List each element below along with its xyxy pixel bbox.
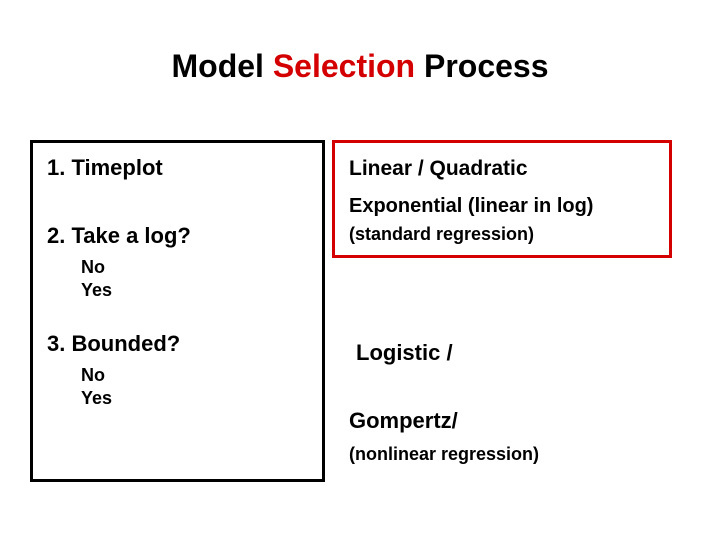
step-2: 2. Take a log? (47, 223, 308, 249)
step-3: 3. Bounded? (47, 331, 308, 357)
title-part1: Model (171, 48, 272, 84)
logistic-label: Logistic / (356, 340, 453, 366)
step-3-no: No (81, 365, 308, 386)
step-3-options: No Yes (47, 365, 308, 409)
standard-regression-label: (standard regression) (349, 224, 655, 245)
step-2-no: No (81, 257, 308, 278)
steps-box: 1. Timeplot 2. Take a log? No Yes 3. Bou… (30, 140, 325, 482)
title-part3: Process (415, 48, 548, 84)
step-3-yes: Yes (81, 388, 308, 409)
gompertz-label: Gompertz/ (349, 408, 458, 434)
nonlinear-regression-label: (nonlinear regression) (349, 444, 539, 465)
exponential-label: Exponential (linear in log) (349, 195, 655, 218)
title-part2-red: Selection (273, 48, 415, 84)
step-2-options: No Yes (47, 257, 308, 301)
step-2-yes: Yes (81, 280, 308, 301)
models-box: Linear / Quadratic Exponential (linear i… (332, 140, 672, 258)
step-1: 1. Timeplot (47, 155, 308, 181)
slide-title: Model Selection Process (0, 48, 720, 85)
linear-quadratic-label: Linear / Quadratic (349, 157, 655, 181)
